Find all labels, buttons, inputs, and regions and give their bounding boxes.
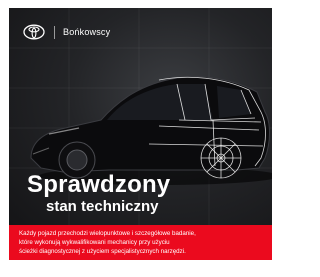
promo-card: Bońkowscy Sprawdzony stan techniczny Każ… [0, 0, 281, 277]
description-line: Każdy pojazd przechodzi wielopunktowe i … [19, 230, 196, 237]
dark-background: Bońkowscy Sprawdzony stan techniczny [9, 8, 272, 233]
headline-main: Sprawdzony [27, 171, 171, 198]
description-line: ścieżki diagnostycznej z użyciem specjal… [19, 248, 186, 256]
description-line: które wykonują wykwalifikowani mechanicy… [19, 239, 170, 247]
info-band: Każdy pojazd przechodzi wielopunktowe i … [9, 225, 272, 260]
description-text: Każdy pojazd przechodzi wielopunktowe i … [19, 229, 265, 257]
headline-sub: stan techniczny [46, 198, 159, 215]
